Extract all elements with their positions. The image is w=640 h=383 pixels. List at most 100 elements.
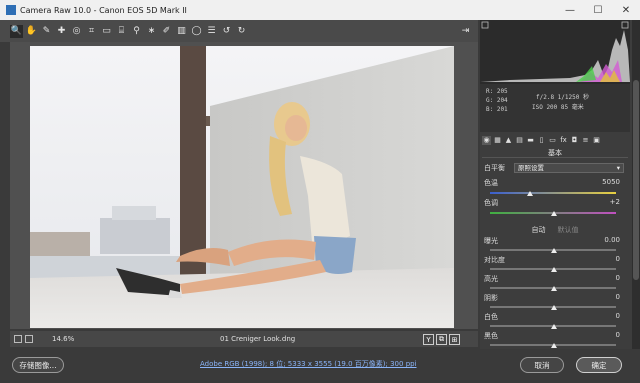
slider-row: 对比度 0 — [484, 255, 628, 267]
slider-label: 黑色 — [484, 332, 498, 340]
zoom-level[interactable]: 14.6% — [52, 335, 74, 343]
view-buttons: Y ⧉ ⊞ — [423, 334, 460, 345]
slider-track[interactable] — [490, 286, 616, 291]
slider-track[interactable] — [490, 267, 616, 272]
tint-value[interactable]: +2 — [610, 198, 620, 206]
slider-value[interactable]: 0 — [616, 312, 620, 320]
temp-slider-knob[interactable] — [527, 191, 533, 196]
transform-panel-icon[interactable]: ▭ — [548, 136, 557, 145]
dialog-footer: 存储图像... Adobe RGB (1998); 8 位; 5333 x 35… — [0, 349, 640, 383]
transform-icon[interactable]: ⌸ — [115, 25, 128, 38]
temp-slider[interactable] — [490, 191, 616, 196]
crop-icon[interactable]: ⌗ — [85, 25, 98, 38]
effects-icon[interactable]: fx — [559, 136, 568, 145]
slider-row: 高光 0 — [484, 274, 628, 286]
slider-value[interactable]: 0.00 — [604, 236, 620, 244]
split-toning-icon[interactable]: ▬ — [526, 136, 535, 145]
cancel-button[interactable]: 取消 — [520, 357, 564, 373]
window-controls: — ☐ ✕ — [556, 0, 640, 20]
camera-calibration-icon[interactable]: ◘ — [570, 136, 579, 145]
tint-slider-knob[interactable] — [551, 211, 557, 216]
slider-value[interactable]: 0 — [616, 255, 620, 263]
auto-default-row: 自动 默认值 — [480, 225, 630, 235]
slider-value[interactable]: 0 — [616, 331, 620, 339]
slider-knob[interactable] — [551, 324, 557, 329]
radial-filter-icon[interactable]: ◯ — [190, 25, 203, 38]
slider-knob[interactable] — [551, 343, 557, 348]
workflow-options-link[interactable]: Adobe RGB (1998); 8 位; 5333 x 3555 (19.0… — [200, 359, 417, 369]
photo-image — [30, 46, 454, 328]
before-after-button[interactable]: Y — [423, 334, 434, 345]
slider-row: 白色 0 — [484, 312, 628, 324]
temp-label: 色温 — [484, 179, 498, 187]
slider-label: 对比度 — [484, 256, 505, 264]
zoom-out-button[interactable] — [14, 335, 22, 343]
tone-curve-icon[interactable]: ▦ — [493, 136, 502, 145]
adjustment-brush-icon[interactable]: ✐ — [160, 25, 173, 38]
slider-track[interactable] — [490, 324, 616, 329]
straighten-icon[interactable]: ▭ — [100, 25, 113, 38]
lens-icon[interactable]: ▯ — [537, 136, 546, 145]
maximize-button[interactable]: ☐ — [584, 0, 612, 20]
preferences-icon[interactable]: ☰ — [205, 25, 218, 38]
color-sampler-icon[interactable]: ✚ — [55, 25, 68, 38]
slider-row: 曝光 0.00 — [484, 236, 628, 248]
slider-value[interactable]: 0 — [616, 274, 620, 282]
zoom-icon[interactable]: 🔍 — [10, 24, 23, 38]
red-eye-icon[interactable]: ∗ — [145, 25, 158, 38]
slider-knob[interactable] — [551, 248, 557, 253]
detail-icon[interactable]: ▲ — [504, 136, 513, 145]
toggle-view-button[interactable]: ⧉ — [436, 334, 447, 345]
tint-slider[interactable] — [490, 211, 616, 216]
temp-value[interactable]: 5050 — [602, 178, 620, 186]
spot-removal-icon[interactable]: ⚲ — [130, 25, 143, 38]
slider-value[interactable]: 0 — [616, 293, 620, 301]
zoom-in-button[interactable] — [25, 335, 33, 343]
slider-track[interactable] — [490, 248, 616, 253]
panel-divider — [482, 157, 628, 158]
rotate-cw-icon[interactable]: ↻ — [235, 25, 248, 38]
photo-preview[interactable] — [30, 46, 454, 328]
rotate-ccw-icon[interactable]: ↺ — [220, 25, 233, 38]
panel-scrollbar[interactable] — [632, 20, 640, 349]
readout-blue: B: 201 — [486, 106, 508, 113]
slider-track[interactable] — [490, 343, 616, 348]
camera-raw-app-icon — [6, 5, 16, 15]
slider-track[interactable] — [490, 305, 616, 310]
snapshots-icon[interactable]: ▣ — [592, 136, 601, 145]
basic-icon[interactable]: ◉ — [482, 135, 491, 145]
hsl-icon[interactable]: ▤ — [515, 136, 524, 145]
auto-button[interactable]: 自动 — [532, 225, 546, 235]
adjustment-panel: R: 205 G: 204 B: 201 f/2.8 1/1250 秒 ISO … — [480, 20, 640, 367]
slider-row: 黑色 0 — [484, 331, 628, 343]
default-button[interactable]: 默认值 — [558, 225, 579, 235]
histogram — [480, 20, 630, 84]
slider-label: 曝光 — [484, 237, 498, 245]
hand-icon[interactable]: ✋ — [25, 25, 38, 38]
tint-row: 色调 +2 — [484, 198, 628, 210]
export-icon[interactable]: ⇥ — [459, 24, 472, 37]
white-balance-icon[interactable]: ✎ — [40, 25, 53, 38]
slider-row: 阴影 0 — [484, 293, 628, 305]
slider-knob[interactable] — [551, 267, 557, 272]
readout-red: R: 205 — [486, 88, 508, 95]
close-button[interactable]: ✕ — [612, 0, 640, 20]
slider-label: 白色 — [484, 313, 498, 321]
ok-button[interactable]: 确定 — [576, 357, 622, 373]
white-balance-select[interactable]: 原照设置 — [514, 163, 624, 173]
graduated-filter-icon[interactable]: ▥ — [175, 25, 188, 38]
file-name: 01 Creniger Look.dng — [220, 335, 296, 343]
histogram-graph — [480, 21, 630, 82]
save-image-button[interactable]: 存储图像... — [12, 357, 64, 373]
presets-icon[interactable]: ≡ — [581, 136, 590, 145]
temp-row: 色温 5050 — [484, 178, 628, 190]
targeted-adjust-icon[interactable]: ◎ — [70, 25, 83, 38]
readout-green: G: 204 — [486, 97, 508, 104]
slider-knob[interactable] — [551, 305, 557, 310]
title-bar: Camera Raw 10.0 - Canon EOS 5D Mark II —… — [0, 0, 640, 20]
scrollbar-thumb[interactable] — [633, 80, 639, 280]
slider-knob[interactable] — [551, 286, 557, 291]
readout-iso: ISO 200 85 毫米 — [532, 104, 584, 111]
settings-view-button[interactable]: ⊞ — [449, 334, 460, 345]
minimize-button[interactable]: — — [556, 0, 584, 20]
